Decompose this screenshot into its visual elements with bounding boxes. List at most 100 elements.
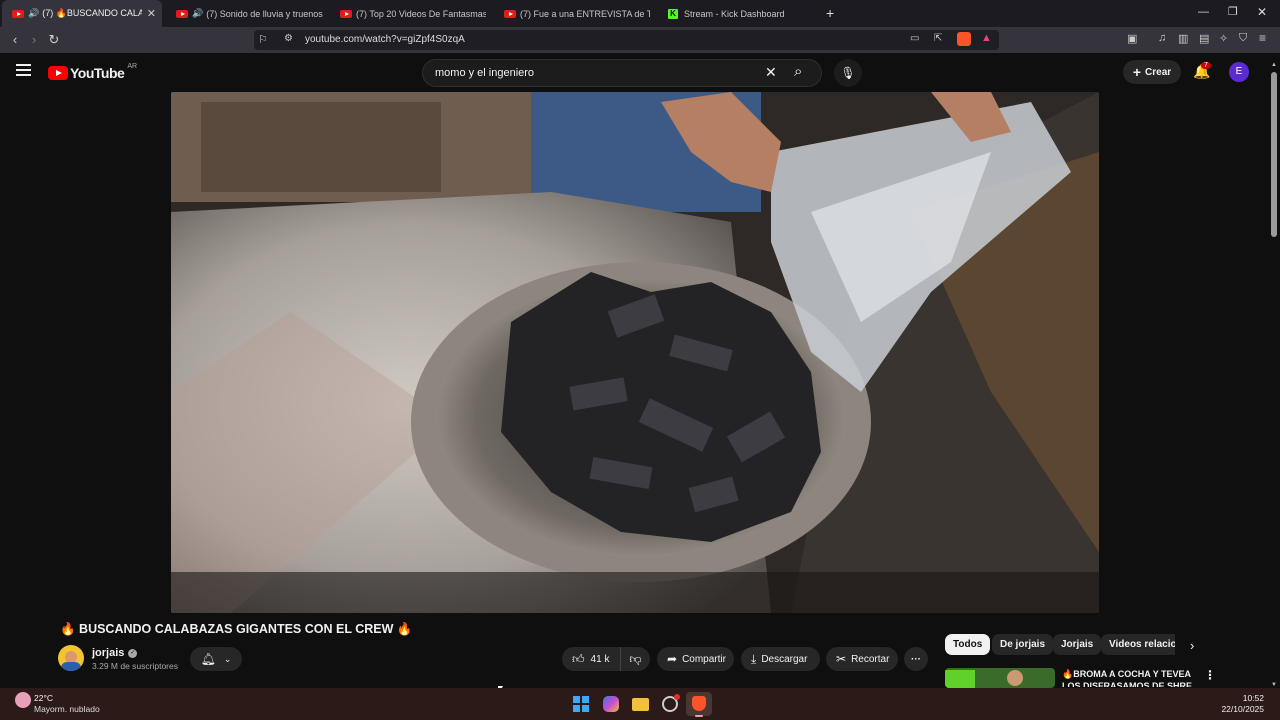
channel-avatar[interactable]	[58, 645, 84, 671]
restore-button[interactable]: ❐	[1228, 5, 1238, 18]
speaker-icon: 🔊	[28, 8, 40, 18]
page-scrollbar[interactable]: ▲ ▼	[1270, 62, 1278, 688]
search-icon[interactable]: ⌕	[794, 63, 802, 80]
dislike-button[interactable]: 👎︎	[620, 647, 650, 671]
youtube-favicon-icon	[176, 9, 188, 18]
tab-title: (7) Sonido de lluvia y truenos Re	[206, 8, 324, 19]
bell-icon: 🔔︎	[200, 652, 216, 666]
bookmark-icon[interactable]: ⚐	[258, 33, 268, 46]
chip-videos-relacionados-wrap: Videos relacionados	[1101, 634, 1175, 655]
search-input[interactable]: momo y el ingeniero ✕ ⌕	[422, 59, 822, 87]
tab-title: (7) 🔥BUSCANDO CALABAZ	[42, 8, 143, 18]
subscriber-count: 3.29 M de suscriptores	[92, 661, 178, 671]
tab[interactable]: K Stream - Kick Dashboard	[658, 0, 818, 27]
clear-search-icon[interactable]: ✕	[765, 64, 777, 81]
leo-icon[interactable]: ▣	[1127, 32, 1137, 45]
brave-taskbar-button[interactable]	[686, 692, 712, 717]
tab[interactable]: 🔊 (7) Sonido de lluvia y truenos Re	[166, 0, 324, 27]
tab[interactable]: (7) Top 20 Videos De Fantasmas Más	[330, 0, 488, 27]
subscribed-button[interactable]: 🔔︎ ⌄	[190, 647, 242, 671]
new-tab-button[interactable]: +	[826, 5, 834, 21]
create-label: Crear	[1145, 66, 1172, 78]
search-query[interactable]: momo y el ingeniero	[435, 67, 534, 79]
clock-date[interactable]: 22/10/2025	[1214, 704, 1264, 714]
more-actions-button[interactable]: ···	[904, 647, 928, 671]
youtube-favicon-icon	[340, 9, 352, 18]
share-button[interactable]: ➦ Compartir	[657, 647, 734, 671]
reload-button[interactable]: ↻	[45, 31, 63, 49]
weather-icon[interactable]	[15, 692, 31, 708]
tab-title: (7) Top 20 Videos De Fantasmas Más	[356, 8, 486, 19]
chip-videos-relacionados[interactable]: Videos relacionados	[1101, 634, 1175, 655]
chip-jorjais[interactable]: Jorjais	[1053, 634, 1102, 655]
region-code: AR	[127, 62, 138, 70]
youtube-favicon-icon	[12, 9, 24, 18]
sidebar-icon[interactable]: ▥	[1178, 32, 1188, 45]
wallet-icon[interactable]: ▤	[1199, 32, 1209, 45]
scissors-icon: ✂	[836, 652, 847, 666]
file-explorer-icon[interactable]	[632, 698, 649, 711]
clock-time[interactable]: 10:52	[1230, 693, 1264, 703]
recommended-menu-icon[interactable]: ⋮	[1204, 668, 1216, 682]
windows-start-icon[interactable]	[573, 696, 589, 712]
create-button[interactable]: + Crear	[1123, 60, 1181, 84]
recommended-thumbnail[interactable]	[945, 668, 1055, 688]
chip-todos[interactable]: Todos	[945, 634, 991, 655]
share-label: Compartir	[682, 653, 726, 665]
address-bar[interactable]: ⚐ ⚙ youtube.com/watch?v=giZpf4S0zqA ▭ ⇱ …	[254, 30, 999, 50]
chip-de-jorjais[interactable]: De jorjais	[992, 634, 1054, 655]
like-count: 41 k	[590, 653, 610, 665]
kick-favicon-icon: K	[668, 8, 678, 19]
scrollbar-thumb[interactable]	[1271, 72, 1277, 237]
ai-icon[interactable]: ✧	[1219, 32, 1228, 45]
copilot-icon[interactable]	[603, 696, 619, 712]
tab-close-icon[interactable]: ✕	[147, 7, 156, 20]
cast-icon[interactable]: ▭	[910, 33, 919, 44]
thumbs-down-icon: 👎︎	[629, 651, 642, 666]
recording-dot-icon	[674, 694, 680, 700]
speaker-icon: 🔊	[191, 8, 204, 18]
youtube-play-icon	[48, 66, 68, 80]
chevron-down-icon: ⌄	[223, 653, 232, 664]
share-icon[interactable]: ⇱	[934, 33, 942, 44]
weather-desc[interactable]: Mayorm. nublado	[34, 704, 100, 714]
youtube-logo[interactable]: YouTube AR	[48, 62, 138, 81]
chips-next-chevron-icon[interactable]: ›	[1190, 638, 1194, 653]
brave-icon	[692, 696, 706, 711]
thumbs-up-icon: 👍︎	[572, 651, 585, 666]
close-window-button[interactable]: ✕	[1257, 5, 1267, 19]
video-frame	[171, 92, 1099, 613]
video-title: 🔥 BUSCANDO CALABAZAS GIGANTES CON EL CRE…	[60, 622, 413, 636]
vpn-icon[interactable]: ⛉	[1239, 32, 1247, 45]
tab[interactable]: (7) Fue a una ENTREVISTA de TRABA	[494, 0, 652, 27]
menu-icon[interactable]: ≡	[1259, 31, 1266, 45]
hamburger-menu-icon[interactable]	[16, 64, 31, 76]
minimize-button[interactable]: —	[1198, 6, 1209, 18]
avatar[interactable]: E	[1229, 62, 1249, 82]
channel-name[interactable]: jorjais	[92, 647, 124, 659]
voice-search-icon[interactable]: 🎙	[834, 59, 862, 87]
media-icon[interactable]: ♫	[1158, 32, 1166, 44]
channel-name-row[interactable]: jorjais ✓	[92, 647, 138, 659]
tab-active[interactable]: 🔊 (7) 🔥BUSCANDO CALABAZ ✕	[2, 0, 162, 27]
youtube-favicon-icon	[504, 9, 516, 18]
share-arrow-icon: ➦	[667, 652, 678, 666]
logo-text: YouTube	[70, 65, 125, 81]
brave-shields-icon[interactable]	[957, 32, 971, 46]
download-icon: ⤓	[751, 651, 757, 666]
weather-temp[interactable]: 22°C	[34, 693, 53, 703]
clip-button[interactable]: ✂ Recortar	[826, 647, 898, 671]
download-button[interactable]: ⤓ Descargar	[741, 647, 820, 671]
recommended-title[interactable]: 🔥BROMA A COCHA Y TEVEA LOS DISFRASAMOS D…	[1062, 668, 1192, 687]
notification-count: 7	[1201, 62, 1211, 69]
forward-button[interactable]: ›	[25, 31, 43, 49]
like-button[interactable]: 👍︎ 41 k	[562, 647, 620, 671]
site-settings-icon[interactable]: ⚙	[284, 33, 293, 44]
url-text[interactable]: youtube.com/watch?v=giZpf4S0zqA	[305, 34, 465, 45]
video-player[interactable]	[171, 92, 1099, 613]
tab-title: Stream - Kick Dashboard	[684, 8, 785, 19]
browser-tab-strip: 🔊 (7) 🔥BUSCANDO CALABAZ ✕ 🔊 (7) Sonido d…	[0, 0, 1280, 27]
plus-icon: +	[1132, 64, 1142, 80]
back-button[interactable]: ‹	[6, 31, 24, 49]
brave-rewards-icon[interactable]: ▲	[981, 32, 992, 44]
